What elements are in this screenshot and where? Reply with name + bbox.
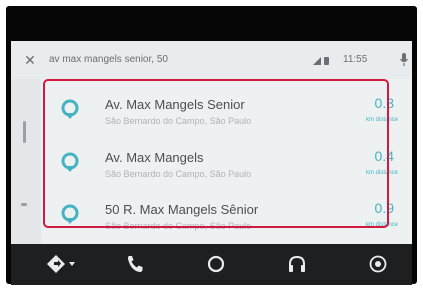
result-address: São Bernardo do Campo, São Paulo — [105, 116, 252, 126]
result-address: São Bernardo do Campo, São Paulo — [105, 221, 252, 231]
result-name: Av. Max Mangels Senior — [105, 97, 245, 112]
results-list: Av. Max Mangels Senior São Bernardo do C… — [41, 79, 412, 247]
location-pin-icon — [61, 99, 79, 119]
result-row[interactable]: Av. Max Mangels São Bernardo do Campo, S… — [41, 136, 412, 188]
result-row[interactable]: 50 R. Max Mangels Sênior São Bernardo do… — [41, 188, 412, 240]
search-query[interactable]: av max mangels senior, 50 — [49, 54, 168, 65]
navigation-icon[interactable] — [45, 253, 79, 275]
result-distance-unit: km distance — [365, 117, 398, 123]
scroll-marker — [21, 203, 27, 206]
result-distance: 0.4 — [374, 148, 394, 164]
close-icon[interactable]: ✕ — [23, 53, 37, 67]
scroll-indicator[interactable] — [23, 121, 26, 143]
notification-icon[interactable] — [366, 253, 390, 275]
mic-icon[interactable] — [399, 52, 409, 68]
home-icon[interactable] — [204, 253, 228, 275]
phone-icon[interactable] — [123, 253, 147, 275]
result-distance-unit: km distance — [365, 170, 398, 176]
result-address: São Bernardo do Campo, São Paulo — [105, 169, 252, 179]
scroll-rail[interactable] — [11, 79, 41, 247]
headphones-icon[interactable] — [285, 253, 309, 275]
bottom-nav-bar — [11, 244, 412, 285]
result-distance-unit: km distance — [365, 222, 398, 228]
location-pin-icon — [61, 204, 79, 224]
result-distance: 0.9 — [374, 200, 394, 216]
result-distance: 0.3 — [374, 95, 394, 111]
result-name: Av. Max Mangels — [105, 150, 204, 165]
signal-icon — [313, 57, 329, 65]
clock: 11:55 — [343, 54, 368, 65]
search-bar: ✕ av max mangels senior, 50 11:55 — [11, 41, 412, 79]
head-unit-screen: ✕ av max mangels senior, 50 11:55 Av. Ma… — [11, 41, 412, 285]
result-name: 50 R. Max Mangels Sênior — [105, 202, 259, 217]
location-pin-icon — [61, 152, 79, 172]
result-row[interactable]: Av. Max Mangels Senior São Bernardo do C… — [41, 83, 412, 135]
